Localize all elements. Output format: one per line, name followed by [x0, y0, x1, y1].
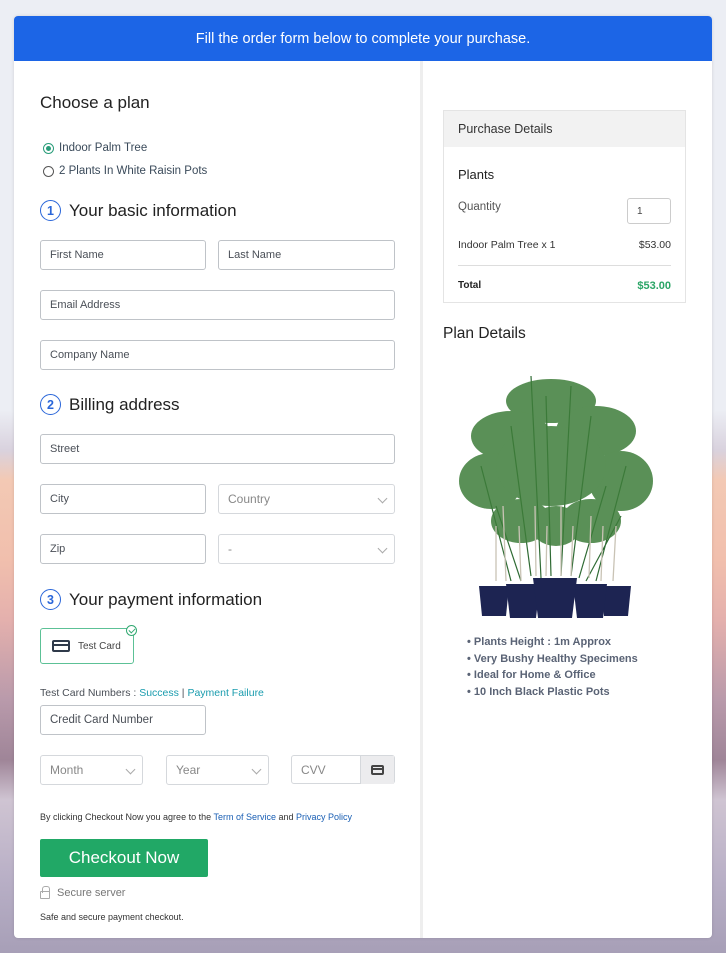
safe-checkout-note: Safe and secure payment checkout.: [40, 912, 184, 922]
step-number-badge: 3: [40, 589, 61, 610]
radio-unselected-icon[interactable]: [43, 165, 54, 177]
order-form-card: Fill the order form below to complete yo…: [14, 16, 712, 938]
plan-option-label: Indoor Palm Tree: [59, 142, 148, 154]
first-name-input[interactable]: First Name: [40, 240, 206, 270]
chevron-down-icon: [377, 543, 388, 554]
plant-product-image: [459, 375, 653, 618]
column-divider: [420, 61, 423, 938]
plan-option-indoor-palm[interactable]: Indoor Palm Tree: [43, 142, 147, 154]
purchase-details-panel: Purchase Details Plants Quantity 1 Indoo…: [443, 110, 686, 303]
section-title: Billing address: [69, 394, 180, 414]
chevron-down-icon: [377, 493, 388, 504]
agreement-and: and: [275, 812, 296, 822]
payment-heading: 3 Your payment information: [40, 589, 262, 610]
quantity-input[interactable]: 1: [627, 198, 671, 224]
line-item-label: Indoor Palm Tree x 1: [458, 239, 556, 251]
city-input[interactable]: City: [40, 484, 206, 514]
feature-item: Plants Height : 1m Approx: [467, 634, 638, 651]
country-select[interactable]: Country: [218, 484, 395, 514]
credit-card-number-input[interactable]: Credit Card Number: [40, 705, 206, 735]
terms-of-service-link[interactable]: Term of Service: [213, 812, 276, 822]
secure-server-note: Secure server: [40, 886, 126, 899]
radio-selected-icon[interactable]: [43, 142, 54, 154]
billing-heading: 2 Billing address: [40, 394, 180, 415]
email-input[interactable]: Email Address: [40, 290, 395, 320]
feature-item: Very Bushy Healthy Specimens: [467, 651, 638, 668]
plan-option-label: 2 Plants In White Raisin Pots: [59, 165, 208, 177]
secure-server-label: Secure server: [57, 887, 126, 899]
test-card-numbers: Test Card Numbers : Success | Payment Fa…: [40, 687, 264, 699]
company-input[interactable]: Company Name: [40, 340, 395, 370]
product-category: Plants: [458, 167, 495, 182]
year-select-value: Year: [176, 763, 201, 777]
line-item-price: $53.00: [638, 239, 671, 251]
foliage: [459, 379, 653, 546]
privacy-policy-link[interactable]: Privacy Policy: [296, 812, 352, 822]
month-select[interactable]: Month: [40, 755, 143, 785]
state-select[interactable]: -: [218, 534, 395, 564]
total-label: Total: [458, 280, 482, 291]
lock-icon: [40, 886, 50, 899]
line-item: Indoor Palm Tree x 1 $53.00: [458, 239, 671, 251]
basic-info-heading: 1 Your basic information: [40, 200, 237, 221]
cvv-input[interactable]: CVV: [291, 755, 395, 784]
credit-card-icon: [371, 765, 384, 775]
agreement-prefix: By clicking Checkout Now you agree to th…: [40, 812, 214, 822]
quantity-label: Quantity: [458, 201, 501, 213]
plan-details-heading: Plan Details: [443, 325, 526, 342]
cvv-card-button[interactable]: [360, 756, 394, 784]
test-card-numbers-label: Test Card Numbers :: [40, 687, 140, 699]
chevron-down-icon: [251, 764, 262, 775]
country-select-value: Country: [228, 492, 271, 506]
chevron-down-icon: [125, 764, 136, 775]
section-title: Your payment information: [69, 589, 263, 609]
divider: [458, 265, 671, 266]
step-number-badge: 2: [40, 394, 61, 415]
state-select-value: -: [228, 542, 232, 556]
choose-plan-heading: Choose a plan: [40, 93, 150, 112]
success-link[interactable]: Success: [139, 687, 179, 699]
month-select-value: Month: [50, 763, 84, 777]
header-banner: Fill the order form below to complete yo…: [14, 16, 712, 61]
street-input[interactable]: Street: [40, 434, 395, 464]
checkmark-circle-icon: [126, 625, 137, 636]
total-row: Total $53.00: [458, 280, 671, 292]
plan-features-list: Plants Height : 1m Approx Very Bushy Hea…: [467, 634, 638, 700]
zip-input[interactable]: Zip: [40, 534, 206, 564]
last-name-input[interactable]: Last Name: [218, 240, 395, 270]
cvv-placeholder: CVV: [301, 762, 326, 777]
total-amount: $53.00: [637, 280, 671, 292]
step-number-badge: 1: [40, 200, 61, 221]
section-title: Your basic information: [69, 200, 237, 220]
plan-option-white-pots[interactable]: 2 Plants In White Raisin Pots: [43, 165, 207, 177]
pots: [479, 578, 631, 618]
feature-item: Ideal for Home & Office: [467, 667, 638, 684]
payment-failure-link[interactable]: Payment Failure: [187, 687, 263, 699]
year-select[interactable]: Year: [166, 755, 269, 785]
credit-card-icon: [52, 640, 70, 652]
payment-method-label: Test Card: [78, 640, 121, 652]
payment-method-test-card[interactable]: Test Card: [40, 625, 137, 664]
terms-agreement: By clicking Checkout Now you agree to th…: [40, 812, 352, 822]
purchase-details-heading: Purchase Details: [444, 111, 685, 147]
checkout-now-button[interactable]: Checkout Now: [40, 839, 208, 877]
feature-item: 10 Inch Black Plastic Pots: [467, 684, 638, 701]
